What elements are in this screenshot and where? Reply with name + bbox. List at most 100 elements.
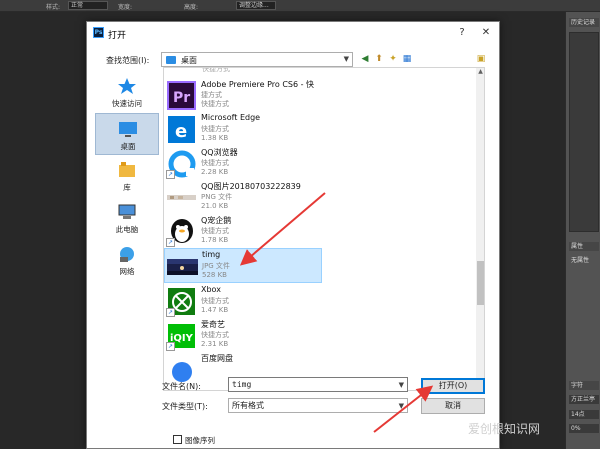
place-label: 此电脑 xyxy=(115,225,139,234)
file-type: PNG 文件 xyxy=(201,193,233,201)
jpg-thumbnail-icon xyxy=(167,259,198,275)
file-size: 1.47 KB xyxy=(201,306,229,314)
open-dialog: Ps 打开 ? ✕ 查找范围(I): 桌面 ▼ ◀ ⬆ ✦ ▦ ▣ 快速访问 桌… xyxy=(86,21,500,449)
file-name-input[interactable]: timg ▼ xyxy=(228,377,408,392)
file-name: Q宠企鹅 xyxy=(201,216,232,225)
folder-open-icon[interactable]: ▣ xyxy=(475,53,487,65)
shortcut-arrow-icon: ↗ xyxy=(166,342,175,351)
style-label: 样式: xyxy=(46,4,61,11)
vertical-scrollbar[interactable]: ▲ ▼ xyxy=(476,68,484,390)
file-type: 快捷方式 xyxy=(201,227,229,235)
file-item-timg[interactable]: timg JPG 文件 528 KB xyxy=(164,248,322,283)
computer-icon xyxy=(118,204,136,219)
file-item-penguin[interactable]: ↗ Q宠企鹅 快捷方式 1.78 KB xyxy=(164,214,322,249)
star-icon xyxy=(118,78,136,94)
file-type: JPG 文件 xyxy=(202,262,230,270)
cancel-button[interactable]: 取消 xyxy=(421,398,485,414)
history-tab[interactable]: 历史记录 xyxy=(569,18,599,27)
library-icon xyxy=(119,162,135,177)
premiere-icon: Pr xyxy=(167,81,196,110)
tracking-field[interactable]: 0% xyxy=(569,424,599,433)
shortcut-arrow-icon: ↗ xyxy=(166,170,175,179)
font-size-field[interactable]: 14点 xyxy=(569,410,599,419)
file-item-edge[interactable]: e Microsoft Edge 快捷方式 1.38 KB xyxy=(164,112,322,147)
photoshop-icon: Ps xyxy=(93,27,104,38)
height-label: 高度: xyxy=(184,4,199,11)
svg-text:Pr: Pr xyxy=(173,90,190,106)
style-combo[interactable]: 正常 xyxy=(68,1,108,10)
ps-right-panel: 历史记录 属性 无属性 字符 方正兰亭 14点 0% xyxy=(565,12,600,449)
file-name: 爱奇艺 xyxy=(201,320,225,329)
chevron-down-icon[interactable]: ▼ xyxy=(399,379,404,392)
file-item-qq-browser[interactable]: ↗ QQ浏览器 快捷方式 2.28 KB xyxy=(164,146,322,181)
file-type: 快捷方式 xyxy=(201,331,229,339)
back-icon[interactable]: ◀ xyxy=(359,53,371,65)
up-folder-icon[interactable]: ⬆ xyxy=(373,53,385,65)
image-sequence-checkbox[interactable] xyxy=(173,435,182,444)
shortcut-arrow-icon: ↗ xyxy=(166,308,175,317)
ps-options-bar: 样式: 正常 宽度: 高度: 调整边缘... xyxy=(0,0,600,12)
file-type: 快捷方式 xyxy=(201,100,229,108)
file-size: 1.78 KB xyxy=(201,236,229,244)
file-list[interactable]: 快捷方式 Pr Adobe Premiere Pro CS6 - 快 捷方式 快… xyxy=(163,67,485,391)
file-name: QQ浏览器 xyxy=(201,148,238,157)
refine-edge-button[interactable]: 调整边缘... xyxy=(236,1,276,10)
watermark-text: 爱创根知识网 xyxy=(468,422,541,436)
file-type: 快捷方式 xyxy=(201,297,229,305)
file-type: 快捷方式 xyxy=(201,125,229,133)
png-icon xyxy=(167,195,196,200)
new-folder-icon[interactable]: ✦ xyxy=(387,53,399,65)
dialog-title: 打开 xyxy=(108,31,127,41)
file-type-value: 所有格式 xyxy=(232,401,264,410)
place-quick-access[interactable]: 快速访问 xyxy=(95,71,159,113)
chevron-down-icon: ▼ xyxy=(343,55,349,63)
place-label: 库 xyxy=(123,183,131,192)
scroll-thumb[interactable] xyxy=(477,261,484,305)
chevron-down-icon: ▼ xyxy=(398,402,404,410)
file-name: Adobe Premiere Pro CS6 - 快 xyxy=(201,80,315,89)
history-panel xyxy=(569,32,599,232)
help-button[interactable]: ? xyxy=(455,26,469,40)
file-item-premiere[interactable]: Pr Adobe Premiere Pro CS6 - 快 捷方式 快捷方式 xyxy=(164,78,322,112)
place-label: 桌面 xyxy=(120,142,136,151)
place-network[interactable]: 网络 xyxy=(95,239,159,281)
file-name: Microsoft Edge xyxy=(201,113,261,122)
desktop-folder-icon xyxy=(166,56,176,64)
file-size: 2.31 KB xyxy=(201,340,229,348)
file-item-qq-image[interactable]: QQ图片20180703222839 PNG 文件 21.0 KB xyxy=(164,180,322,215)
open-button[interactable]: 打开(O) xyxy=(421,378,485,394)
file-item-iqiyi[interactable]: iQIY ↗ 爱奇艺 快捷方式 2.31 KB xyxy=(164,318,322,353)
font-family-field[interactable]: 方正兰亭 xyxy=(569,395,599,404)
edge-icon: e xyxy=(168,116,195,143)
look-in-combo[interactable]: 桌面 ▼ xyxy=(161,52,353,67)
network-icon xyxy=(120,247,134,262)
file-name: Xbox xyxy=(201,285,221,294)
close-button[interactable]: ✕ xyxy=(479,26,493,40)
place-this-pc[interactable]: 此电脑 xyxy=(95,197,159,239)
shortcut-arrow-icon: ↗ xyxy=(166,238,175,247)
title-bar[interactable]: Ps 打开 ? ✕ xyxy=(87,22,499,44)
character-tab[interactable]: 字符 xyxy=(569,381,599,390)
file-type-select[interactable]: 所有格式 ▼ xyxy=(228,398,408,413)
svg-text:e: e xyxy=(175,121,187,142)
file-name-label: 文件名(N): xyxy=(162,382,201,391)
look-in-label: 查找范围(I): xyxy=(106,56,150,65)
file-type-label: 文件类型(T): xyxy=(162,402,208,411)
file-type: 快捷方式 xyxy=(201,159,229,167)
place-label: 网络 xyxy=(119,267,135,276)
place-library[interactable]: 库 xyxy=(95,155,159,197)
width-label: 宽度: xyxy=(118,4,133,11)
scroll-up-icon[interactable]: ▲ xyxy=(476,68,484,78)
file-name: 百度网盘 xyxy=(201,354,233,363)
file-size: 1.38 KB xyxy=(201,134,229,142)
look-in-value: 桌面 xyxy=(181,56,197,65)
places-bar: 快速访问 桌面 库 此电脑 网络 xyxy=(95,71,159,331)
file-size: 21.0 KB xyxy=(201,202,229,210)
desktop-icon xyxy=(119,122,137,137)
view-menu-icon[interactable]: ▦ xyxy=(401,53,413,65)
properties-tab[interactable]: 属性 xyxy=(569,242,599,251)
file-size: 528 KB xyxy=(202,271,227,279)
file-item-xbox[interactable]: ↗ Xbox 快捷方式 1.47 KB xyxy=(164,284,322,319)
file-name: QQ图片20180703222839 xyxy=(201,182,301,191)
place-desktop[interactable]: 桌面 xyxy=(95,113,159,155)
